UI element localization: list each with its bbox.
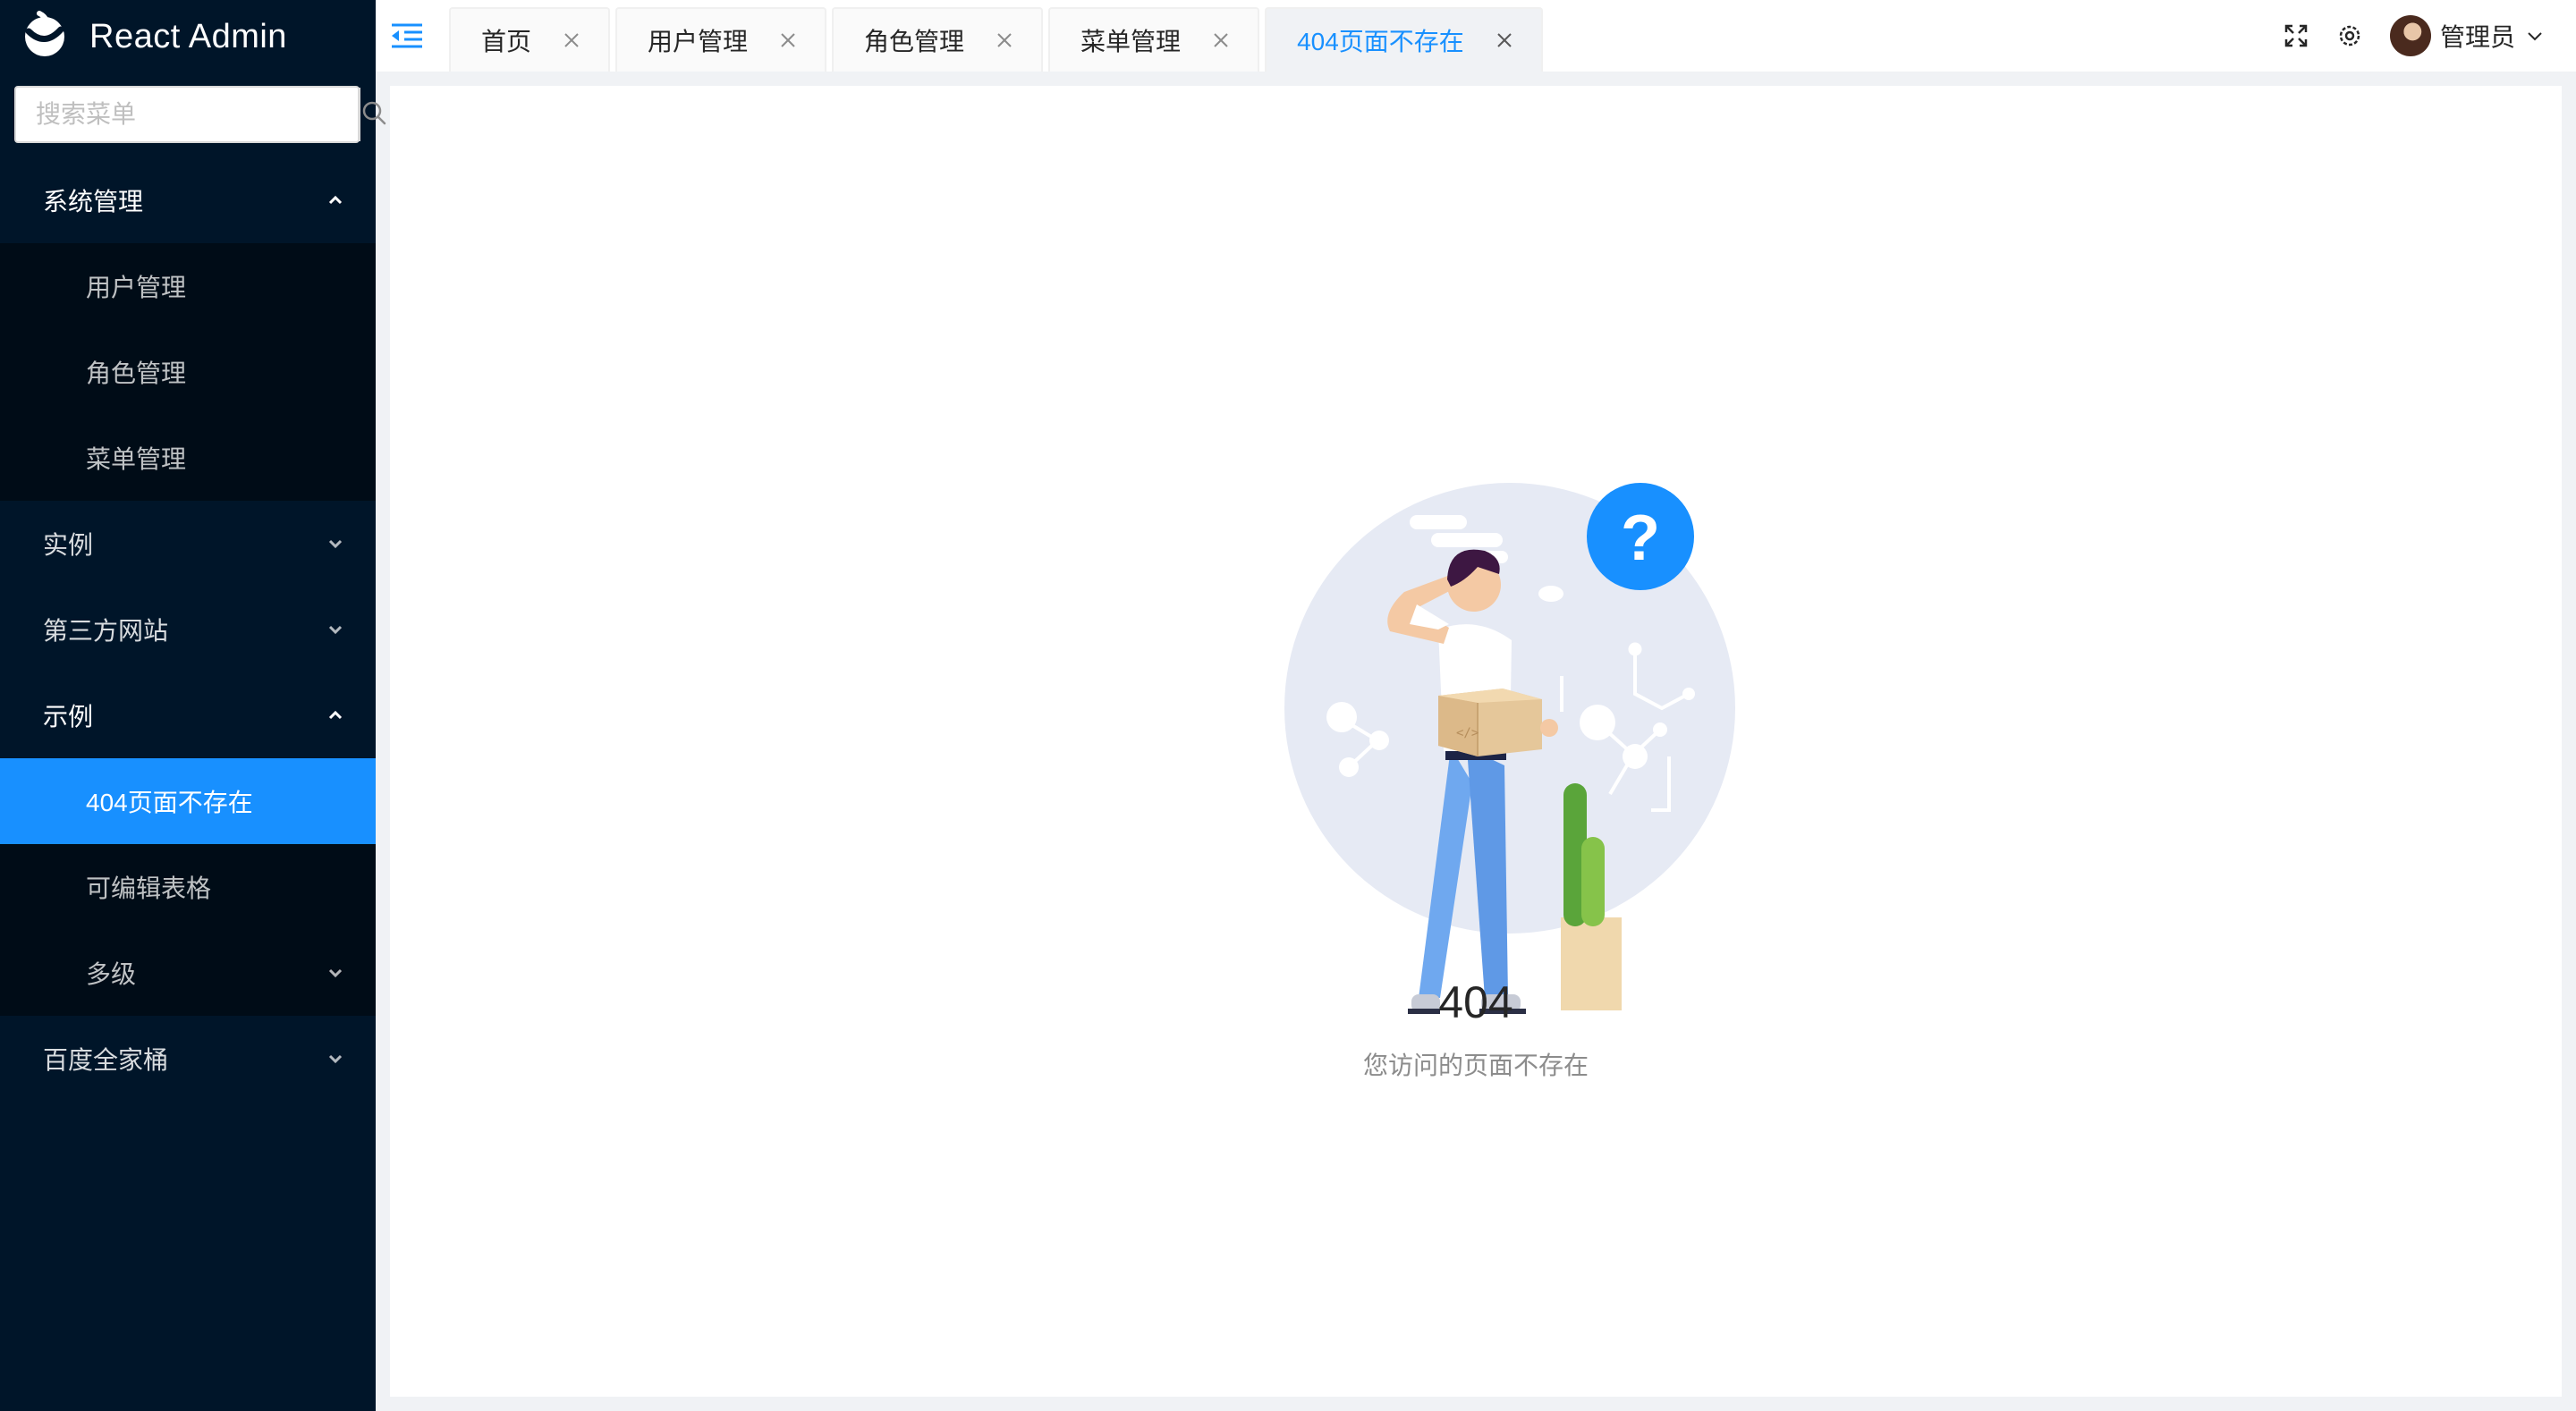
- avatar[interactable]: [2389, 15, 2431, 56]
- submenu-system: 用户管理 角色管理 菜单管理: [0, 243, 376, 501]
- svg-text:</>: </>: [1456, 726, 1479, 740]
- close-icon[interactable]: [1211, 30, 1231, 50]
- menu-system[interactable]: 系统管理: [0, 157, 376, 243]
- menu-item-404[interactable]: 404页面不存在: [0, 758, 376, 844]
- settings-icon[interactable]: [2336, 22, 2363, 49]
- chevron-down-icon: [328, 539, 343, 549]
- close-icon[interactable]: [1495, 30, 1514, 50]
- tab-404[interactable]: 404页面不存在: [1265, 7, 1543, 72]
- menu-item-roles[interactable]: 角色管理: [0, 329, 376, 415]
- menu-third-party-label: 第三方网站: [43, 617, 169, 645]
- close-icon[interactable]: [562, 30, 581, 50]
- side-menu: 系统管理 用户管理 角色管理 菜单管理 实例 第三方网站 示例 404页面不存在…: [0, 157, 376, 1102]
- chevron-down-icon: [328, 625, 343, 635]
- user-name[interactable]: 管理员: [2440, 18, 2515, 54]
- svg-text:?: ?: [1621, 503, 1660, 574]
- menu-baidu[interactable]: 百度全家桶: [0, 1016, 376, 1102]
- menu-item-label: 可编辑表格: [86, 874, 212, 902]
- menu-item-editable-table[interactable]: 可编辑表格: [0, 844, 376, 930]
- sidebar: React Admin 系统管理: [0, 0, 386, 1411]
- chevron-up-icon: [328, 710, 343, 720]
- tab-bar: 首页 用户管理 角色管理 菜单管理 404页面不存在: [449, 7, 1548, 72]
- menu-examples-label: 示例: [43, 703, 94, 731]
- menu-baidu-label: 百度全家桶: [43, 1046, 169, 1074]
- logo-icon: [20, 10, 70, 64]
- menu-third-party[interactable]: 第三方网站: [0, 587, 376, 672]
- menu-system-label: 系统管理: [43, 188, 144, 215]
- tab-label: 用户管理: [648, 28, 749, 55]
- chevron-down-icon: [328, 1054, 343, 1064]
- result-message: 您访问的页面不存在: [1362, 1052, 1589, 1079]
- header-actions: 管理员: [2283, 14, 2544, 57]
- chevron-down-icon: [328, 968, 343, 978]
- menu-item-label: 用户管理: [86, 274, 187, 301]
- tab-users[interactable]: 用户管理: [615, 7, 827, 72]
- tab-label: 菜单管理: [1080, 28, 1182, 55]
- submenu-examples: 404页面不存在 可编辑表格 多级: [0, 758, 376, 1016]
- menu-item-label: 多级: [86, 960, 137, 988]
- top-header: 首页 用户管理 角色管理 菜单管理 404页面不存在 管理员: [376, 0, 2576, 72]
- logo[interactable]: React Admin: [0, 0, 376, 73]
- menu-search: [14, 86, 386, 143]
- search-icon: [360, 99, 387, 131]
- 404-illustration: ? </>: [1243, 390, 1780, 1034]
- menu-item-label: 菜单管理: [86, 445, 187, 473]
- tab-label: 角色管理: [864, 28, 965, 55]
- chevron-up-icon: [328, 195, 343, 205]
- tab-home[interactable]: 首页: [449, 7, 611, 72]
- menu-item-label: 角色管理: [86, 359, 187, 387]
- menu-item-multilevel[interactable]: 多级: [0, 930, 376, 1016]
- close-icon[interactable]: [778, 30, 798, 50]
- menu-item-users[interactable]: 用户管理: [0, 243, 376, 329]
- content-area: ? </> 404 您访问的页面不存在: [390, 86, 2562, 1397]
- fullscreen-icon[interactable]: [2283, 22, 2309, 49]
- chevron-down-icon[interactable]: [2526, 27, 2544, 45]
- search-button[interactable]: [359, 88, 387, 141]
- tab-menus[interactable]: 菜单管理: [1048, 7, 1260, 72]
- tab-roles[interactable]: 角色管理: [832, 7, 1044, 72]
- close-icon[interactable]: [995, 30, 1014, 50]
- tab-label: 首页: [481, 28, 532, 55]
- menu-item-label: 404页面不存在: [86, 789, 253, 816]
- menu-fold-icon[interactable]: [390, 20, 424, 54]
- menu-instance-label: 实例: [43, 531, 94, 559]
- result-code: 404: [1438, 977, 1513, 1027]
- menu-instance[interactable]: 实例: [0, 501, 376, 587]
- app-root: React Admin 系统管理: [0, 0, 2576, 1411]
- menu-search-input[interactable]: [16, 88, 359, 141]
- tab-label: 404页面不存在: [1297, 28, 1464, 55]
- menu-examples[interactable]: 示例: [0, 672, 376, 758]
- menu-item-menus[interactable]: 菜单管理: [0, 415, 376, 501]
- app-title: React Admin: [89, 17, 287, 55]
